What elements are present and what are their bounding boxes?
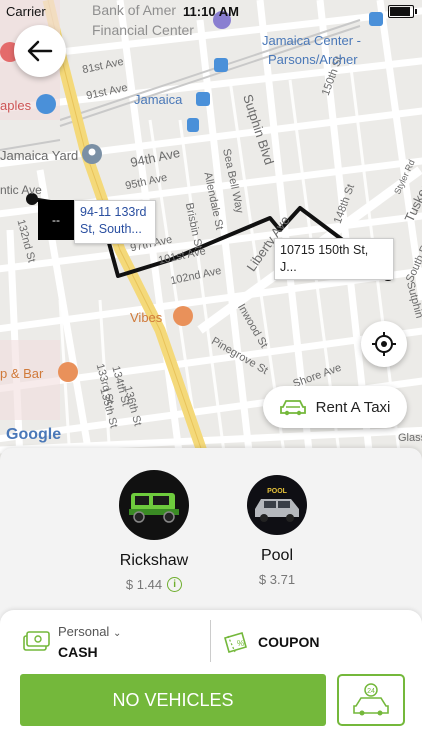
rent-a-taxi-button[interactable]: Rent A Taxi xyxy=(263,386,407,428)
schedule-ride-button[interactable]: 24 xyxy=(337,674,405,726)
back-button[interactable] xyxy=(14,25,66,77)
svg-text:%: % xyxy=(237,639,244,648)
primary-button-label: NO VEHICLES xyxy=(112,689,234,710)
crosshair-icon xyxy=(372,332,396,356)
dropoff-address-bubble[interactable]: 10715 150th St, J... xyxy=(274,238,394,280)
coupon-button[interactable]: % COUPON xyxy=(222,624,382,664)
coupon-label: COUPON xyxy=(258,634,320,650)
dropoff-address: 10715 150th St, J... xyxy=(280,243,369,274)
pool-car-image: POOL xyxy=(255,488,299,522)
battery-icon xyxy=(388,5,417,18)
poi-label-jamaica-center-2: Parsons/Archer xyxy=(268,52,358,67)
vehicle-price: $ 1.44 xyxy=(125,577,163,592)
rickshaw-image xyxy=(129,493,179,523)
google-attribution: Google xyxy=(6,426,61,444)
poi-label-atlantic: ntic Ave xyxy=(0,183,42,197)
vehicle-name: Rickshaw xyxy=(119,552,189,569)
battery-fill xyxy=(390,7,410,16)
poi-label-jamaica-yard: Jamaica Yard xyxy=(0,148,79,163)
vehicle-option-rickshaw[interactable]: Rickshaw $ 1.44 i xyxy=(94,470,214,592)
poi-label-jamaica-center: Jamaica Center - xyxy=(262,33,361,48)
pickup-address-line2: St, South... xyxy=(80,222,142,236)
google-logo: Google xyxy=(6,426,62,443)
taxi-24-icon: 24 xyxy=(353,683,389,716)
arrow-left-icon xyxy=(27,40,53,62)
poi-label-vibes: Vibes xyxy=(130,310,163,325)
info-icon[interactable]: i xyxy=(167,577,183,592)
rickshaw-icon xyxy=(119,470,189,540)
payment-profile: Personal ⌄ xyxy=(58,624,122,639)
payment-bar: Personal ⌄ CASH % COUPON NO VEHICLES 24 xyxy=(0,610,422,750)
status-bar: Carrier 11:10 AM xyxy=(0,0,422,22)
street-label: Glassboro xyxy=(398,432,422,444)
taxi-car-icon xyxy=(279,400,306,416)
chevron-down-icon: ⌄ xyxy=(112,628,122,639)
poi-label-bank-2: Financial Center xyxy=(92,22,194,38)
cash-icon xyxy=(23,631,50,651)
pickup-eta: -- xyxy=(52,213,60,227)
ride-options-sheet: Rickshaw $ 1.44 i POOL Pool $ 3.71 Perso… xyxy=(0,448,422,750)
no-vehicles-button[interactable]: NO VEHICLES xyxy=(20,674,326,726)
payment-method: CASH xyxy=(58,644,98,660)
payment-method-selector[interactable]: Personal ⌄ CASH xyxy=(22,624,202,664)
rent-a-taxi-label: Rent A Taxi xyxy=(315,398,391,416)
pool-badge: POOL xyxy=(267,488,288,495)
status-time: 11:10 AM xyxy=(183,4,239,19)
vehicle-option-pool[interactable]: POOL Pool $ 3.71 xyxy=(217,470,337,587)
pickup-address-line1: 94-11 133rd xyxy=(80,205,147,219)
pickup-address-bubble[interactable]: 94-11 133rd St, South... xyxy=(74,200,156,244)
svg-text:24: 24 xyxy=(367,688,375,695)
vehicle-price: $ 3.71 xyxy=(258,572,296,587)
divider xyxy=(210,620,211,662)
poi-label-bar: p & Bar xyxy=(0,366,44,381)
coupon-icon: % xyxy=(224,632,247,653)
vehicle-name: Pool xyxy=(260,547,294,564)
pickup-eta-marker: -- xyxy=(38,200,74,240)
poi-label-staples: aples xyxy=(0,98,32,113)
locate-me-button[interactable] xyxy=(361,321,407,367)
pool-icon: POOL xyxy=(247,475,307,535)
poi-label-jamaica: Jamaica xyxy=(134,92,183,107)
